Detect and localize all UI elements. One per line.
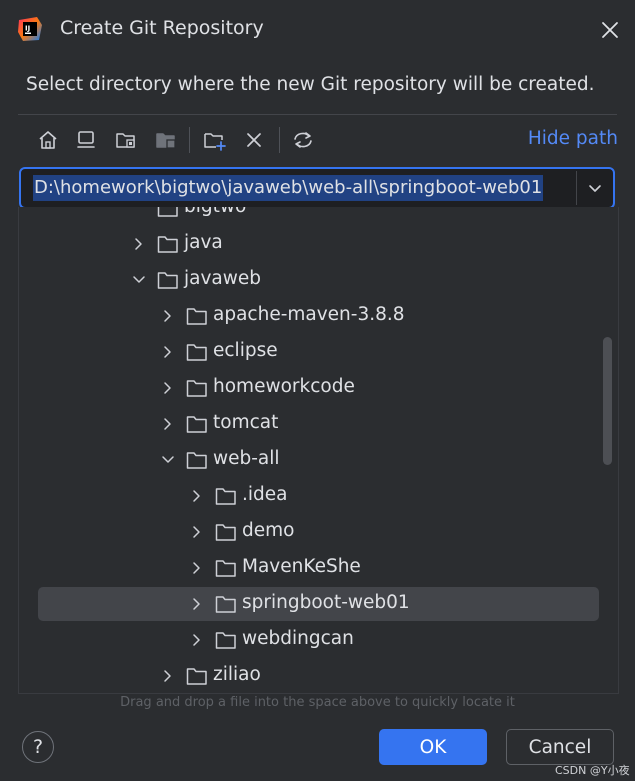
tree-item-label: apache-maven-3.8.8 <box>213 304 405 325</box>
tree-item-label: web-all <box>213 448 280 469</box>
chevron-right-icon[interactable] <box>189 488 205 504</box>
path-input[interactable]: D:\homework\bigtwo\javaweb\web-all\sprin… <box>19 167 615 209</box>
chevron-down-icon[interactable] <box>160 452 176 468</box>
delete-icon <box>247 133 261 147</box>
refresh-icon <box>294 132 312 148</box>
desktop-button[interactable] <box>72 126 100 154</box>
chevron-right-icon[interactable] <box>160 416 176 432</box>
tree-item-label: eclipse <box>213 340 278 361</box>
header-divider <box>18 114 617 115</box>
toolbar-separator <box>189 127 190 153</box>
tree-row[interactable]: java <box>19 227 618 261</box>
chevron-right-icon[interactable] <box>160 668 176 684</box>
delete-button[interactable] <box>240 126 268 154</box>
chevron-right-icon[interactable] <box>189 560 205 576</box>
folder-icon <box>186 344 207 361</box>
intellij-logo-icon: IJ <box>18 17 42 41</box>
folder-icon <box>157 207 178 217</box>
close-icon[interactable] <box>597 17 623 43</box>
chevron-down-icon <box>589 185 601 192</box>
tree-scrollbar[interactable] <box>603 337 612 465</box>
home-icon <box>39 131 57 149</box>
tree-row[interactable]: homeworkcode <box>19 371 618 405</box>
toolbar-separator <box>279 127 280 153</box>
project-folder-icon <box>116 133 135 148</box>
chevron-right-icon[interactable] <box>160 380 176 396</box>
title-bar: IJ Create Git Repository <box>0 0 635 58</box>
cancel-button[interactable]: Cancel <box>506 729 614 765</box>
home-button[interactable] <box>34 126 62 154</box>
tree-row[interactable]: springboot-web01 <box>19 587 618 621</box>
csdn-watermark: CSDN @Y小夜 <box>555 764 630 777</box>
new-folder-icon <box>204 133 226 151</box>
folder-icon <box>215 632 236 649</box>
dialog-title: Create Git Repository <box>60 17 264 39</box>
folder-icon <box>186 308 207 325</box>
directory-tree[interactable]: bigtwo java javaweb apache-maven-3.8.8 eclip… <box>18 207 619 694</box>
tree-row[interactable]: javaweb <box>19 263 618 297</box>
tree-row[interactable]: bigtwo <box>19 207 618 225</box>
ok-button[interactable]: OK <box>379 729 487 765</box>
file-chooser-toolbar: Hide path <box>18 120 618 160</box>
tree-row[interactable]: apache-maven-3.8.8 <box>19 299 618 333</box>
tree-item-label: bigtwo <box>184 207 246 217</box>
dialog-description: Select directory where the new Git repos… <box>26 74 595 95</box>
tree-row[interactable]: ziliao <box>19 659 618 693</box>
tree-item-label: tomcat <box>213 412 279 433</box>
module-directory-button[interactable] <box>152 126 180 154</box>
tree-item-label: homeworkcode <box>213 376 355 397</box>
tree-item-label: MavenKeShe <box>242 556 361 577</box>
chevron-down-icon[interactable] <box>131 272 147 288</box>
chevron-right-icon[interactable] <box>189 596 205 612</box>
folder-icon <box>186 416 207 433</box>
chevron-right-icon[interactable] <box>160 308 176 324</box>
hide-path-link[interactable]: Hide path <box>528 128 618 149</box>
tree-item-label: javaweb <box>184 268 262 289</box>
tree-row[interactable]: web-all <box>19 443 618 477</box>
chevron-right-icon[interactable] <box>189 524 205 540</box>
help-icon: ? <box>32 736 44 758</box>
tree-item-label: java <box>184 232 223 253</box>
svg-text:IJ: IJ <box>25 25 30 33</box>
project-directory-button[interactable] <box>112 126 140 154</box>
tree-row[interactable]: webdingcan <box>19 623 618 657</box>
chevron-right-icon[interactable] <box>189 632 205 648</box>
path-dropdown-separator <box>576 171 577 205</box>
tree-item-label: webdingcan <box>242 628 354 649</box>
help-button[interactable]: ? <box>22 731 54 763</box>
folder-icon <box>157 236 178 253</box>
module-folder-icon <box>156 133 176 149</box>
drag-drop-hint: Drag and drop a file into the space abov… <box>120 695 515 710</box>
folder-icon <box>215 524 236 541</box>
folder-icon <box>215 560 236 577</box>
tree-row[interactable]: demo <box>19 515 618 549</box>
folder-icon <box>215 596 236 613</box>
tree-row[interactable]: MavenKeShe <box>19 551 618 585</box>
chevron-right-icon[interactable] <box>131 236 147 252</box>
folder-icon <box>157 272 178 289</box>
tree-item-label: demo <box>242 520 295 541</box>
tree-row[interactable]: tomcat <box>19 407 618 441</box>
refresh-button[interactable] <box>289 126 317 154</box>
tree-row[interactable]: .idea <box>19 479 618 513</box>
chevron-right-icon[interactable] <box>160 344 176 360</box>
new-folder-button[interactable] <box>201 126 229 154</box>
tree-item-label: .idea <box>242 484 288 505</box>
desktop-icon <box>77 131 95 148</box>
tree-item-label: ziliao <box>213 664 261 685</box>
folder-icon <box>186 668 207 685</box>
path-input-value[interactable]: D:\homework\bigtwo\javaweb\web-all\sprin… <box>33 175 544 201</box>
folder-icon <box>186 452 207 469</box>
tree-item-label: springboot-web01 <box>242 592 410 613</box>
path-history-dropdown[interactable] <box>581 175 609 201</box>
tree-row[interactable]: eclipse <box>19 335 618 369</box>
folder-icon <box>186 380 207 397</box>
folder-icon <box>215 488 236 505</box>
